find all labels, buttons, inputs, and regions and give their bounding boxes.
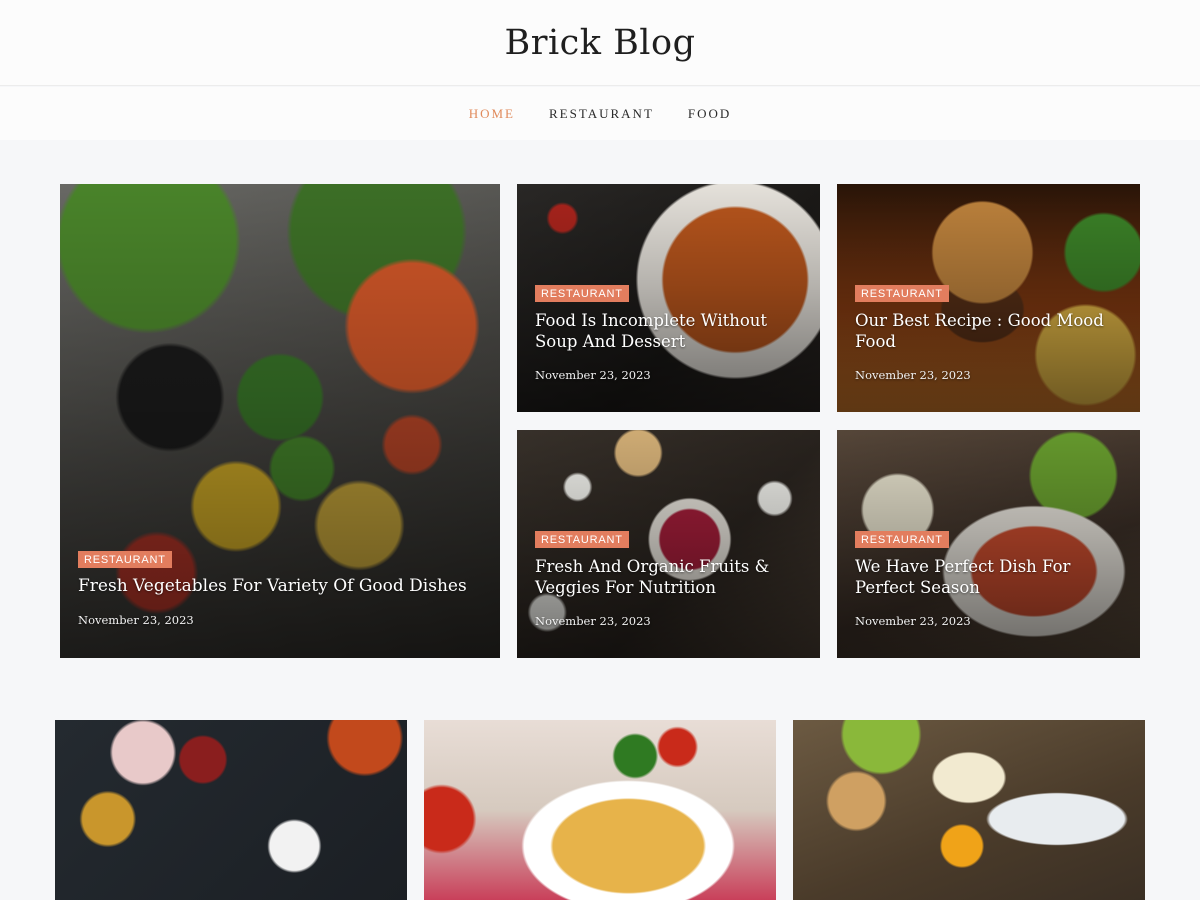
pasta-image: [424, 720, 776, 900]
site-header: Brick Blog: [0, 0, 1200, 86]
post-title[interactable]: Fresh And Organic Fruits & Veggies For N…: [535, 556, 804, 598]
post-content: RESTAURANT Our Best Recipe : Good Mood F…: [855, 282, 1124, 382]
post-date: November 23, 2023: [855, 614, 971, 628]
main-nav: HOME RESTAURANT FOOD: [0, 87, 1200, 140]
category-badge[interactable]: RESTAURANT: [855, 285, 949, 302]
post-card-pasta[interactable]: [424, 720, 776, 900]
featured-post-card-large[interactable]: RESTAURANT Fresh Vegetables For Variety …: [60, 184, 500, 658]
post-title[interactable]: Fresh Vegetables For Variety Of Good Dis…: [78, 576, 484, 597]
post-content: RESTAURANT Food Is Incomplete Without So…: [535, 282, 804, 382]
category-badge[interactable]: RESTAURANT: [78, 551, 172, 568]
nav-item-home[interactable]: HOME: [467, 102, 517, 126]
cheese-image: [793, 720, 1145, 900]
post-card-spices[interactable]: [55, 720, 407, 900]
post-content: RESTAURANT Fresh And Organic Fruits & Ve…: [535, 528, 804, 628]
post-title[interactable]: We Have Perfect Dish For Perfect Season: [855, 556, 1124, 598]
post-title[interactable]: Our Best Recipe : Good Mood Food: [855, 310, 1124, 352]
category-badge[interactable]: RESTAURANT: [535, 285, 629, 302]
nav-item-restaurant[interactable]: RESTAURANT: [547, 102, 656, 126]
post-card-cheese[interactable]: [793, 720, 1145, 900]
featured-post-card[interactable]: RESTAURANT Our Best Recipe : Good Mood F…: [837, 184, 1140, 412]
category-badge[interactable]: RESTAURANT: [855, 531, 949, 548]
post-content: RESTAURANT We Have Perfect Dish For Perf…: [855, 528, 1124, 628]
site-title[interactable]: Brick Blog: [505, 23, 696, 63]
post-date: November 23, 2023: [855, 368, 971, 382]
featured-post-card[interactable]: RESTAURANT Food Is Incomplete Without So…: [517, 184, 820, 412]
featured-post-card[interactable]: RESTAURANT Fresh And Organic Fruits & Ve…: [517, 430, 820, 658]
nav-item-food[interactable]: FOOD: [686, 102, 733, 126]
spices-image: [55, 720, 407, 900]
featured-post-card[interactable]: RESTAURANT We Have Perfect Dish For Perf…: [837, 430, 1140, 658]
category-badge[interactable]: RESTAURANT: [535, 531, 629, 548]
post-date: November 23, 2023: [78, 613, 194, 627]
post-date: November 23, 2023: [535, 368, 651, 382]
post-title[interactable]: Food Is Incomplete Without Soup And Dess…: [535, 310, 804, 352]
post-content: RESTAURANT Fresh Vegetables For Variety …: [78, 548, 484, 627]
post-date: November 23, 2023: [535, 614, 651, 628]
